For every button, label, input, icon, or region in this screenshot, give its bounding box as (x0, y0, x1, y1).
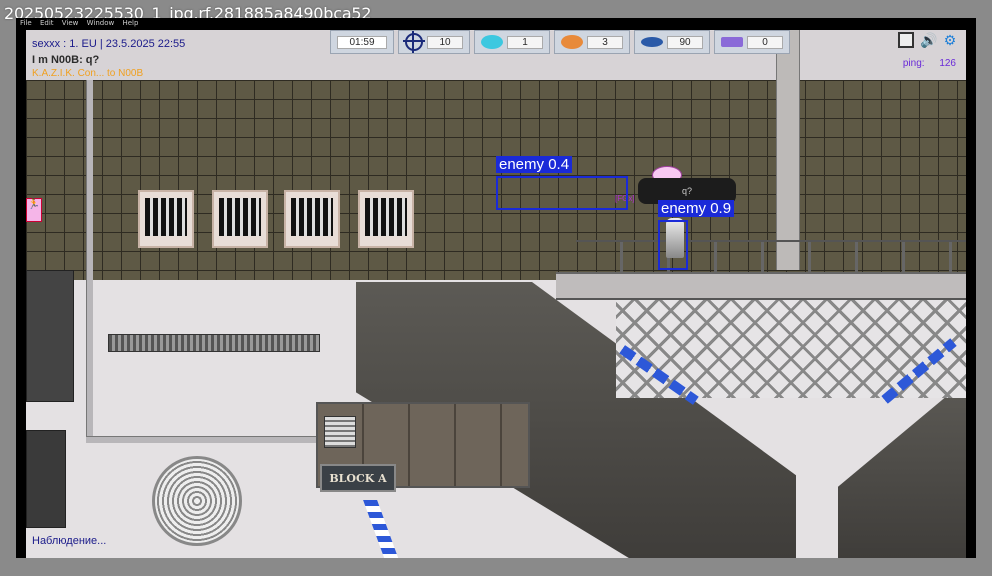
metal-crate (26, 270, 74, 402)
server-info: sexxx : 1. EU | 23.5.2025 22:55 (32, 38, 186, 50)
item-4-count: 0 (747, 35, 783, 49)
chat-message: K.A.Z.I.K. Con... to N00B (32, 68, 144, 79)
barred-window (284, 190, 340, 248)
item-slot-3: 90 (634, 30, 710, 54)
cyan-shell-icon (481, 35, 503, 49)
menu-help[interactable]: Help (122, 19, 138, 27)
vertical-pipe (86, 80, 93, 440)
metal-shelf (108, 334, 320, 352)
platform-railing (576, 240, 966, 274)
item-slot-1: 1 (474, 30, 550, 54)
ping-readout: ping: 126 (903, 58, 956, 69)
detection-label: enemy 0.9 (658, 200, 735, 217)
block-a-sign: BLOCK A (320, 464, 396, 492)
concrete-ramp-right (838, 380, 966, 558)
purple-book-icon (721, 37, 743, 47)
round-timer: 01:59 (330, 30, 394, 54)
upper-platform (556, 272, 966, 300)
item-slot-2: 3 (554, 30, 630, 54)
timer-value: 01:59 (337, 35, 387, 49)
ping-label: ping: (902, 58, 925, 69)
vent-grille (324, 416, 356, 448)
barred-window (138, 190, 194, 248)
menu-view[interactable]: View (62, 19, 79, 27)
gear-icon[interactable]: ⚙ (942, 32, 958, 48)
item-1-count: 1 (507, 35, 543, 49)
top-right-controls: 🔊 ⚙ (898, 32, 958, 48)
detection-label: enemy 0.4 (496, 156, 573, 173)
ping-value: 126 (939, 58, 956, 69)
menu-edit[interactable]: Edit (40, 19, 54, 27)
item-slot-4: 0 (714, 30, 790, 54)
metal-crate (26, 430, 66, 528)
hazard-stripe (363, 500, 399, 558)
blue-armor-icon (641, 37, 663, 47)
exit-sign-icon: 🏃 (26, 198, 42, 222)
kills-value: 10 (427, 35, 463, 49)
barred-window (212, 190, 268, 248)
fan-icon (152, 456, 242, 546)
orange-shell-icon (561, 35, 583, 49)
crosshair-icon (403, 31, 425, 53)
game-window: File Edit View Window Help BLOCK A 🏃 q? … (16, 18, 976, 558)
detection-box (496, 176, 628, 210)
item-3-count: 90 (667, 35, 703, 49)
menu-window[interactable]: Window (87, 19, 115, 27)
spectating-status: Наблюдение... (32, 535, 107, 547)
hud-stats-bar: 01:59 10 1 3 90 0 (330, 30, 790, 56)
chat-message: I m N00B: q? (32, 54, 100, 66)
detection-box (658, 220, 688, 270)
steel-pillar (776, 30, 800, 270)
barred-window (358, 190, 414, 248)
menu-file[interactable]: File (20, 19, 32, 27)
item-2-count: 3 (587, 35, 623, 49)
speaker-icon[interactable]: 🔊 (920, 32, 937, 48)
menubar: File Edit View Window Help (20, 19, 144, 27)
game-viewport[interactable]: BLOCK A 🏃 q? [FGx] enemy 0.4 enemy 0.9 s… (26, 30, 966, 558)
kills-counter: 10 (398, 30, 470, 54)
fullscreen-icon[interactable] (898, 32, 914, 48)
horizontal-pipe (86, 436, 326, 443)
